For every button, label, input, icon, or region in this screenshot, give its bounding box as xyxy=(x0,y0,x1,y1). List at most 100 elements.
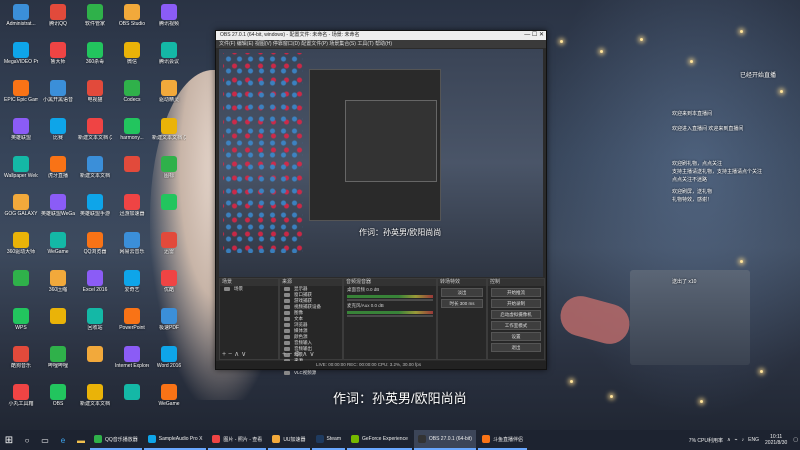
desktop-icon[interactable]: WPS xyxy=(4,306,38,342)
desktop-icon[interactable]: 优酷 xyxy=(152,268,186,304)
scenes-dock[interactable]: 场景 场景 + − ∧ ∨ xyxy=(219,278,279,360)
desktop-icon[interactable]: 迅游加速器 xyxy=(115,192,149,228)
desktop-icon[interactable] xyxy=(115,154,149,190)
desktop-icon[interactable]: 哔哩哔哩 xyxy=(41,344,75,380)
taskbar-app[interactable]: UU加速器 xyxy=(268,430,310,450)
obs-window[interactable]: OBS 27.0.1 (64-bit, windows) - 配置文件: 未命名… xyxy=(215,30,547,375)
language-indicator[interactable]: ENG xyxy=(748,437,759,443)
network-icon[interactable]: ⌁ xyxy=(735,437,738,443)
desktop-icon[interactable]: 软件管家 xyxy=(78,2,112,38)
desktop-icon[interactable] xyxy=(152,192,186,228)
desktop-icon[interactable]: 驱动精灵 xyxy=(152,78,186,114)
taskbar-app[interactable]: 斗鱼直播伴侣 xyxy=(477,430,527,450)
desktop-icon[interactable]: WeGame xyxy=(41,230,75,266)
desktop-icon[interactable]: 英雄联盟 xyxy=(4,116,38,152)
notification-icon[interactable]: ▢ xyxy=(793,437,798,443)
desktop-icon-label: 360杀毒 xyxy=(85,59,105,65)
desktop-icon[interactable] xyxy=(78,344,112,380)
search-icon[interactable]: ○ xyxy=(18,430,36,450)
controls-dock[interactable]: 控制 开始推流 开始录制 启动虚拟摄像机 工作室模式 设置 退出 xyxy=(487,278,545,360)
desktop-icon[interactable]: Excel 2016 xyxy=(78,268,112,304)
volume-slider[interactable] xyxy=(347,299,433,301)
desktop-icon[interactable]: 小丸工具箱 xyxy=(4,382,38,418)
scenes-toolbar[interactable]: + − ∧ ∨ xyxy=(222,351,246,358)
window-controls-icon[interactable]: — ☐ ✕ xyxy=(524,31,544,40)
desktop-icon[interactable]: 新建文本文档 xyxy=(78,154,112,190)
volume-icon[interactable]: ♪ xyxy=(742,437,745,443)
desktop-icon[interactable]: Administrat... xyxy=(4,2,38,38)
cpu-usage[interactable]: 7% CPU利用率 xyxy=(689,437,723,444)
studio-mode-button[interactable]: 工作室模式 xyxy=(491,321,541,330)
desktop-icon[interactable]: OBS Studio xyxy=(115,2,149,38)
desktop-icon[interactable] xyxy=(115,382,149,418)
settings-button[interactable]: 设置 xyxy=(491,332,541,341)
desktop-icon[interactable]: Internet Explorer xyxy=(115,344,149,380)
desktop-icon[interactable]: 比赛 xyxy=(41,116,75,152)
taskbar-app[interactable]: QQ音乐播放器 xyxy=(90,430,142,450)
transition-select[interactable]: 淡出 xyxy=(441,288,483,297)
edge-icon[interactable]: e xyxy=(54,430,72,450)
desktop-icon[interactable]: 迅雷 xyxy=(152,230,186,266)
desktop-icon[interactable]: PowerPoint xyxy=(115,306,149,342)
desktop-icon[interactable]: 腾讯会议 xyxy=(152,40,186,76)
desktop-icon[interactable]: WeGame xyxy=(152,382,186,418)
desktop-icon[interactable]: 360压缩 xyxy=(41,268,75,304)
desktop-icon[interactable]: 网易云音乐 xyxy=(115,230,149,266)
taskbar-app[interactable]: GeForce Experience xyxy=(347,430,412,450)
desktop-icon[interactable]: 腾讯视频 xyxy=(152,2,186,38)
desktop-icon[interactable]: GOG GALAXY xyxy=(4,192,38,228)
desktop-icon[interactable]: 极速PDF xyxy=(152,306,186,342)
desktop-icon[interactable]: 虎牙直播 xyxy=(41,154,75,190)
desktop-icon[interactable]: QQ浏览器 xyxy=(78,230,112,266)
sources-dock[interactable]: 来源 显示器 窗口捕获 游戏捕获 视频捕获设备 图像 文本 浏览器 媒体源 颜色源 音频输入 音频输… xyxy=(279,278,343,375)
windows-start-icon[interactable]: ⊞ xyxy=(0,430,18,450)
file-explorer-icon[interactable]: ▬ xyxy=(72,430,90,450)
desktop-icon[interactable]: 新建文本文档 (3).txt xyxy=(152,116,186,152)
start-recording-button[interactable]: 开始录制 xyxy=(491,299,541,308)
desktop-icon[interactable]: 微信 xyxy=(115,40,149,76)
start-streaming-button[interactable]: 开始推流 xyxy=(491,288,541,297)
desktop-icon[interactable]: 腾讯QQ xyxy=(41,2,75,38)
virtual-camera-button[interactable]: 启动虚拟摄像机 xyxy=(491,310,541,319)
desktop-icon[interactable]: Codecs xyxy=(115,78,149,114)
transitions-dock[interactable]: 转场特效 淡出 时长 300 ms xyxy=(437,278,487,360)
task-view-icon[interactable]: ▭ xyxy=(36,430,54,450)
desktop-icon[interactable]: harmony... xyxy=(115,116,149,152)
obs-titlebar[interactable]: OBS 27.0.1 (64-bit, windows) - 配置文件: 未命名… xyxy=(216,31,546,40)
desktop-icon[interactable]: 360驱动大师 xyxy=(4,230,38,266)
source-item[interactable]: VLC视频源 xyxy=(280,370,342,376)
obs-menubar[interactable]: 文件(F) 编辑(E) 视图(V) 停靠窗口(D) 配置文件(P) 场景集合(S… xyxy=(216,40,546,48)
desktop-icon[interactable]: 英雄联盟手游 xyxy=(78,192,112,228)
mixer-dock[interactable]: 音频混音器 桌面音频 0.0 dB 麦克风/Aux 0.0 dB xyxy=(343,278,437,360)
desktop-icon[interactable]: 爱奇艺 xyxy=(115,268,149,304)
desktop-icon[interactable]: 电视猫 xyxy=(78,78,112,114)
desktop-icon[interactable] xyxy=(41,306,75,342)
desktop-icon[interactable]: 小黑开黑语音 xyxy=(41,78,75,114)
transition-duration[interactable]: 时长 300 ms xyxy=(441,299,483,308)
desktop-icon[interactable]: MegaVIDEO Pro xyxy=(4,40,38,76)
desktop-icon[interactable] xyxy=(4,268,38,304)
desktop-icon[interactable]: Wallpaper Welcome xyxy=(4,154,38,190)
taskbar-app[interactable]: Steam xyxy=(311,430,345,450)
desktop-icon[interactable]: 英雄联盟WeGame xyxy=(41,192,75,228)
obs-preview[interactable]: 作词：孙英男/欧阳尚尚 xyxy=(219,49,543,277)
desktop-icon[interactable]: Word 2016 xyxy=(152,344,186,380)
taskbar-app[interactable]: 图片 - 照片 - 查看 xyxy=(208,430,267,450)
clock[interactable]: 10:11 2021/8/30 xyxy=(761,434,791,446)
desktop-icon[interactable]: 鲁大师 xyxy=(41,40,75,76)
sources-toolbar[interactable]: + − ⚙ ∧ ∨ xyxy=(282,351,314,358)
tray-arrow-icon[interactable]: ∧ xyxy=(727,437,731,443)
volume-slider[interactable] xyxy=(347,315,433,317)
desktop-icon[interactable]: 新建文本文档 (2).txt xyxy=(78,116,112,152)
exit-button[interactable]: 退出 xyxy=(491,343,541,352)
desktop-icon[interactable]: 酷狗音乐 xyxy=(4,344,38,380)
desktop-icon[interactable]: EPIC Epic Games Launcher xyxy=(4,78,38,114)
taskbar-app[interactable]: OBS 27.0.1 (64-bit) xyxy=(413,430,476,450)
desktop-icon[interactable]: 回收站 xyxy=(78,306,112,342)
desktop-icon[interactable]: 新建文本文档 xyxy=(78,382,112,418)
scene-item[interactable]: 场景 xyxy=(220,286,278,292)
taskbar-app[interactable]: SampleAudio Pro X xyxy=(143,430,207,450)
desktop-icon[interactable]: 图标 xyxy=(152,154,186,190)
desktop-icon[interactable]: 360杀毒 xyxy=(78,40,112,76)
desktop-icon[interactable]: OBS xyxy=(41,382,75,418)
